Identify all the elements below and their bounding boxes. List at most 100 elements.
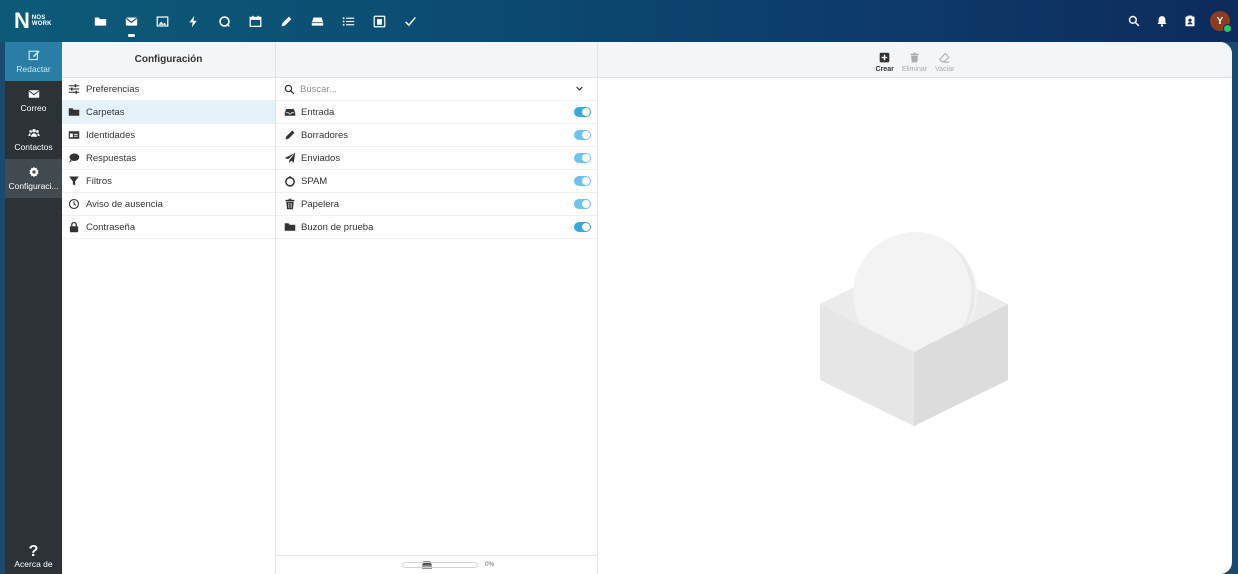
notes-app-button[interactable] (271, 0, 302, 42)
search-placeholder: Buscar... (300, 83, 337, 95)
gear-icon (29, 166, 38, 178)
left-navigation: Redactar Correo Contactos Configuraci...… (5, 42, 62, 574)
comment-icon (69, 153, 80, 163)
presentation-icon (373, 15, 386, 27)
settings-item-label: Contraseña (86, 221, 136, 233)
folder-label: Papelera (301, 198, 340, 210)
folder-row-drafts[interactable]: Borradores (276, 124, 597, 147)
deck-app-button[interactable] (364, 0, 395, 42)
contacts-label: Contactos (14, 142, 53, 152)
delete-label: Eliminar (901, 65, 928, 73)
settings-label: Configuraci... (8, 181, 59, 191)
trash-icon (285, 198, 295, 210)
mail-app-button[interactable] (116, 0, 147, 42)
logo-text: NOS WORK (31, 15, 52, 27)
talk-app-button[interactable] (209, 0, 240, 42)
subscribe-toggle[interactable] (574, 199, 591, 209)
settings-header: Configuración (62, 42, 275, 78)
settings-item-preferences[interactable]: Preferencias (62, 78, 275, 101)
calendar-app-button[interactable] (240, 0, 271, 42)
drive-app-button[interactable] (302, 0, 333, 42)
pencil-icon (285, 130, 295, 140)
folder-row-trash[interactable]: Papelera (276, 193, 597, 216)
folder-row-spam[interactable]: SPAM (276, 170, 597, 193)
settings-item-label: Preferencias (86, 83, 140, 95)
folder-label: Borradores (301, 129, 348, 141)
settings-item-label: Identidades (86, 129, 136, 141)
quota-bar: 0% (276, 555, 597, 574)
subscribe-toggle[interactable] (574, 130, 591, 140)
nos-work-logo[interactable]: N NOS WORK (14, 10, 52, 32)
empty-folder-button[interactable]: Vaciar (935, 52, 954, 73)
chevron-down-icon[interactable] (575, 84, 584, 93)
settings-item-folders[interactable]: Carpetas (62, 101, 275, 124)
settings-item-responses[interactable]: Respuestas (62, 147, 275, 170)
nav-mail[interactable]: Correo (5, 81, 62, 120)
pencil-icon (281, 16, 292, 26)
folder-search-input[interactable]: Buscar... (276, 78, 597, 101)
settings-title: Configuración (134, 54, 203, 65)
settings-item-label: Respuestas (86, 152, 137, 164)
create-folder-button[interactable]: Crear (876, 52, 894, 73)
subscribe-toggle[interactable] (574, 153, 591, 163)
inbox-icon (284, 109, 296, 116)
tasks-app-button[interactable] (333, 0, 364, 42)
checklist-app-button[interactable] (395, 0, 426, 42)
clock-icon (68, 198, 80, 210)
contact-card-icon (1185, 15, 1195, 27)
empty-box-illustration (820, 232, 1008, 426)
subscribe-toggle[interactable] (574, 222, 591, 232)
quota-percent: 0% (485, 561, 495, 568)
question-icon: ? (28, 543, 39, 560)
folder-detail-panel: Crear Eliminar Vaciar (598, 42, 1232, 574)
compose-label: Redactar (16, 64, 51, 74)
drive-icon (311, 16, 324, 26)
user-avatar[interactable]: Y (1210, 11, 1232, 33)
check-icon (405, 16, 416, 26)
folder-icon (68, 108, 80, 116)
subscribe-toggle[interactable] (574, 107, 591, 117)
app-switcher (85, 0, 426, 42)
calendar-icon (249, 15, 262, 27)
mail-icon (125, 16, 138, 26)
spam-icon (285, 175, 295, 187)
empty-label: Vaciar (935, 65, 955, 73)
compose-button[interactable]: Redactar (5, 42, 62, 81)
search-icon (1128, 15, 1140, 27)
contacts-menu-button[interactable] (1176, 10, 1204, 32)
files-app-button[interactable] (85, 0, 116, 42)
settings-item-vacation[interactable]: Aviso de ausencia (62, 193, 275, 216)
nav-about[interactable]: ? Acerca de (5, 540, 62, 574)
folder-row-sent[interactable]: Enviados (276, 147, 597, 170)
envelope-icon (28, 90, 39, 98)
top-bar: N NOS WORK Y (0, 0, 1238, 42)
photos-app-button[interactable] (147, 0, 178, 42)
folder-label: Enviados (301, 152, 341, 164)
image-icon (156, 15, 169, 27)
folder-label: SPAM (301, 175, 328, 187)
folder-row-test-mailbox[interactable]: Buzon de prueba (276, 216, 597, 239)
id-card-icon (68, 131, 80, 139)
nav-contacts[interactable]: Contactos (5, 120, 62, 159)
sliders-icon (68, 84, 80, 94)
trash-icon (910, 52, 919, 62)
unified-search-button[interactable] (1120, 10, 1148, 32)
chat-icon (219, 15, 230, 27)
search-icon (284, 84, 295, 94)
settings-item-filters[interactable]: Filtros (62, 170, 275, 193)
notifications-button[interactable] (1148, 10, 1176, 32)
create-label: Crear (875, 65, 894, 73)
activity-app-button[interactable] (178, 0, 209, 42)
users-icon (27, 128, 40, 137)
folder-icon (284, 223, 296, 231)
mail-label: Correo (20, 103, 47, 113)
folders-panel: Buscar... Entrada Borradores Enviados SP… (276, 42, 598, 574)
settings-item-identities[interactable]: Identidades (62, 124, 275, 147)
folder-row-inbox[interactable]: Entrada (276, 101, 597, 124)
settings-item-password[interactable]: Contraseña (62, 216, 275, 239)
lock-icon (69, 221, 79, 233)
nav-settings[interactable]: Configuraci... (5, 159, 62, 198)
subscribe-toggle[interactable] (574, 176, 591, 186)
delete-folder-button[interactable]: Eliminar (902, 52, 927, 73)
bell-icon (1157, 16, 1167, 27)
